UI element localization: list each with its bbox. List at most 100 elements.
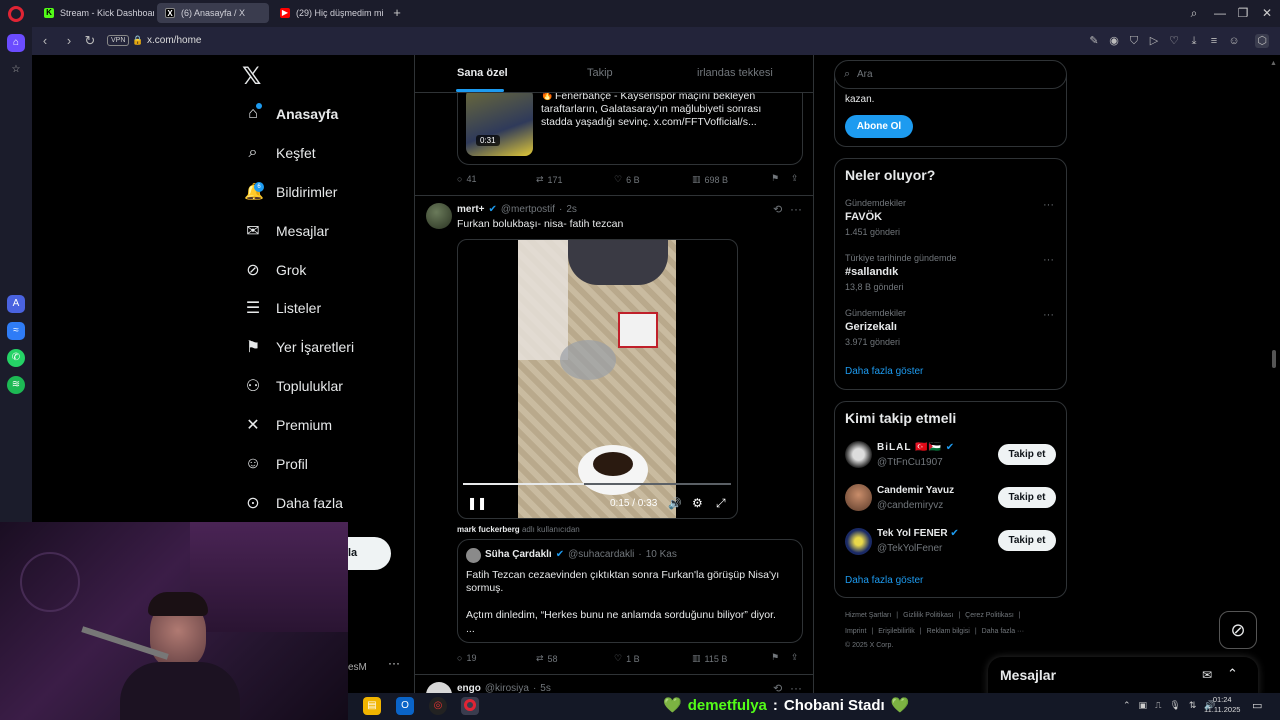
like-button[interactable]: ♡ 6 B <box>614 174 640 185</box>
maximize-button[interactable]: ❐ <box>1231 4 1255 22</box>
nav-messages[interactable]: ✉ Mesajlar <box>244 217 329 245</box>
retweet-button[interactable]: ⇄ 58 <box>536 653 558 664</box>
nav-communities[interactable]: ⚇ Topluluklar <box>244 372 343 400</box>
extension-icon[interactable]: ⬡ <box>1255 34 1269 48</box>
pause-icon[interactable]: ❚❚ <box>467 496 487 510</box>
tray-chevron-icon[interactable]: ⌃ <box>1123 700 1131 711</box>
new-tab-button[interactable]: + <box>390 6 404 20</box>
app-icon[interactable]: A <box>7 295 25 313</box>
avatar[interactable] <box>466 548 481 563</box>
show-more-follow-link[interactable]: Daha fazla göster <box>845 575 923 586</box>
play-icon[interactable]: ▷ <box>1147 34 1161 48</box>
nav-profile[interactable]: ☺ Profil <box>244 450 308 478</box>
follow-button[interactable]: Takip et <box>998 487 1056 508</box>
notification-center-icon[interactable]: ▭ <box>1252 699 1262 712</box>
nav-home[interactable]: ⌂ Anasayfa <box>244 100 338 128</box>
tray-network-icon[interactable]: ⇅ <box>1189 700 1197 711</box>
clock[interactable]: 01:24 11.11.2025 <box>1204 695 1240 715</box>
grok-float-button[interactable]: ⊘ <box>1219 611 1257 649</box>
lock-icon[interactable]: 🔒 <box>132 35 143 46</box>
minimize-button[interactable]: — <box>1208 4 1232 22</box>
tab-following[interactable]: Takip <box>587 67 613 79</box>
close-window-button[interactable]: ✕ <box>1255 4 1279 22</box>
author-name[interactable]: mert+ <box>457 204 485 215</box>
search-box[interactable]: ⌕ Ara <box>834 60 1067 89</box>
forward-icon[interactable]: › <box>61 33 77 49</box>
reload-icon[interactable]: ↻ <box>82 33 98 49</box>
menu-icon[interactable]: ≡ <box>1207 34 1221 48</box>
scroll-up-arrow[interactable]: ▲ <box>1270 60 1277 70</box>
subscribe-button[interactable]: Abone Ol <box>845 115 913 138</box>
opera-taskbar-icon[interactable] <box>461 697 479 715</box>
app-icon[interactable]: ◎ <box>429 697 447 715</box>
messenger-icon[interactable]: ≈ <box>7 322 25 340</box>
tab-kick-dashboard[interactable]: K Stream - Kick Dashboard <box>36 3 154 23</box>
tray-usb-icon[interactable]: ⎍ <box>1155 700 1161 711</box>
retweet-button[interactable]: ⇄ 171 <box>536 174 563 185</box>
x-logo-icon[interactable]: 𝕏 <box>242 62 261 91</box>
footer-link-ads[interactable]: Reklam bilgisi <box>927 628 970 635</box>
footer-link-cookies[interactable]: Çerez Politikası <box>965 612 1014 619</box>
avatar[interactable] <box>845 441 872 468</box>
avatar[interactable] <box>845 484 872 511</box>
shield-icon[interactable]: ⛉ <box>1127 34 1141 48</box>
suggest-handle[interactable]: @TtFnCu1907 <box>877 457 943 468</box>
settings-icon[interactable]: ⚙ <box>692 496 703 510</box>
nav-grok[interactable]: ⊘ Grok <box>244 256 306 284</box>
outlook-icon[interactable]: O <box>396 697 414 715</box>
search-tabs-icon[interactable]: ⌕ <box>1182 4 1206 22</box>
author-name[interactable]: Süha Çardaklı <box>485 549 552 560</box>
tab-x-home[interactable]: X (6) Anasayfa / X <box>157 3 269 23</box>
suggest-name[interactable]: Tek Yol FENER ✔ <box>877 528 959 539</box>
follow-button[interactable]: Takip et <box>998 444 1056 465</box>
video-player[interactable] <box>457 239 738 519</box>
account-handle[interactable]: esM <box>348 662 367 673</box>
heart-icon[interactable]: ♡ <box>1167 34 1181 48</box>
quote-source-name[interactable]: mark fuckerberg <box>457 525 520 534</box>
nav-premium[interactable]: ✕ Premium <box>244 411 332 439</box>
tab-list[interactable]: irlandas tekkesi <box>697 67 773 79</box>
more-icon[interactable]: ··· <box>790 202 802 216</box>
suggest-name[interactable]: Candemir Yavuz <box>877 485 954 496</box>
volume-icon[interactable]: 🔊 <box>668 497 682 510</box>
nav-more[interactable]: ⊙ Daha fazla <box>244 489 343 517</box>
download-icon[interactable]: ⤓ <box>1187 34 1201 48</box>
tray-mic-icon[interactable]: 🎙 <box>1169 700 1180 711</box>
like-button[interactable]: ♡ 1 B <box>614 653 640 664</box>
avatar[interactable] <box>426 203 452 229</box>
nav-lists[interactable]: ☰ Listeler <box>244 294 321 322</box>
views-button[interactable]: ▥ 698 B <box>692 174 728 185</box>
chevron-up-icon[interactable]: ⌃ <box>1227 666 1238 682</box>
tweet-time[interactable]: 2s <box>566 204 577 215</box>
nav-notifications[interactable]: 🔔 6 Bildirimler <box>244 178 337 206</box>
card-thumbnail[interactable] <box>466 88 533 156</box>
fullscreen-icon[interactable]: ⤢ <box>716 496 726 511</box>
account-more-icon[interactable]: ··· <box>388 656 400 670</box>
trend-more-icon[interactable]: ··· <box>1043 199 1054 211</box>
trend-item[interactable]: Gündemdekiler FAVÖK 1.451 gönderi <box>845 198 906 237</box>
video-progress-track[interactable] <box>463 483 731 485</box>
reply-button[interactable]: ○ 41 <box>457 174 476 184</box>
camera-icon[interactable]: ◉ <box>1107 34 1121 48</box>
trend-item[interactable]: Gündemdekiler Gerizekalı 3.971 gönderi <box>845 308 906 347</box>
tweet-time[interactable]: 10 Kas <box>646 549 677 560</box>
nav-explore[interactable]: ⌕ Keşfet <box>244 139 316 167</box>
star-icon[interactable]: ☆ <box>7 61 25 79</box>
footer-link-terms[interactable]: Hizmet Şartları <box>845 612 891 619</box>
new-message-icon[interactable]: ✉ <box>1202 668 1212 682</box>
author-handle[interactable]: @mertpostif <box>501 204 555 215</box>
footer-link-imprint[interactable]: Imprint <box>845 628 866 635</box>
tab-youtube[interactable]: ▶ (29) Hiç düşmedim mi akl <box>272 3 386 23</box>
file-explorer-icon[interactable]: ▤ <box>363 697 381 715</box>
footer-link-accessibility[interactable]: Erişilebilirlik <box>878 628 915 635</box>
bookmark-button[interactable]: ⚑ <box>771 652 779 663</box>
vpn-badge[interactable]: VPN <box>107 35 130 46</box>
trend-item[interactable]: Türkiye tarihinde gündemde #sallandık 13… <box>845 253 957 292</box>
tab-for-you[interactable]: Sana özel <box>457 67 508 79</box>
share-button[interactable]: ⇪ <box>791 652 799 663</box>
suggest-handle[interactable]: @candemiryvz <box>877 500 943 511</box>
share-button[interactable]: ⇪ <box>791 173 799 184</box>
follow-button[interactable]: Takip et <box>998 530 1056 551</box>
scrollbar-thumb[interactable] <box>1272 350 1276 368</box>
avatar[interactable] <box>845 528 872 555</box>
